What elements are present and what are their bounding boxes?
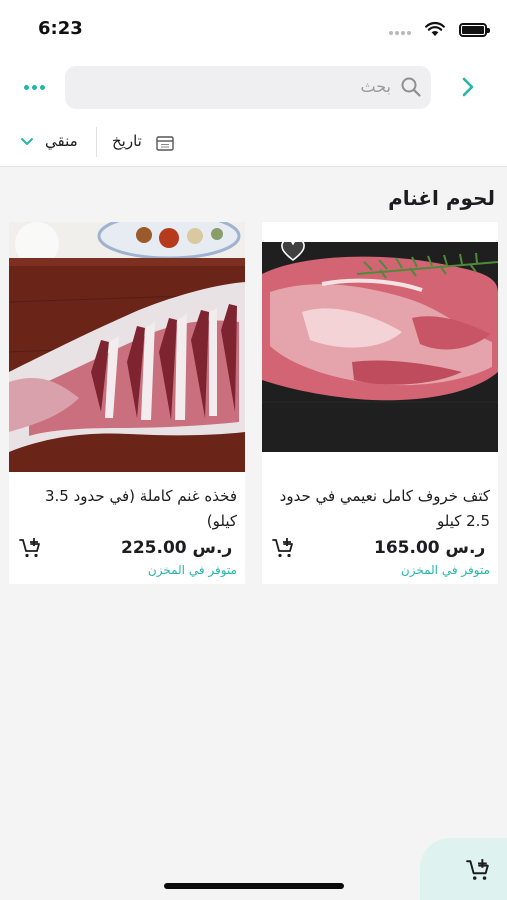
- top-bar: 6:23 بحث منقي تاريخ: [0, 0, 507, 167]
- product-image: [262, 222, 498, 472]
- home-indicator: [164, 883, 344, 889]
- sort-dropdown[interactable]: منقي: [20, 132, 90, 154]
- cart-icon: [466, 859, 489, 880]
- wifi-icon: [425, 21, 445, 36]
- product-name: كتف خروف كامل نعيمي في حدود 2.5 كيلو: [279, 487, 490, 530]
- battery-icon: [459, 23, 490, 37]
- stock-status: متوفر في المخزن: [400, 563, 490, 577]
- search-placeholder: بحث: [360, 77, 392, 96]
- date-filter-label: تاريخ: [112, 132, 142, 150]
- date-filter-button[interactable]: تاريخ: [112, 132, 180, 154]
- sort-label: منقي: [45, 132, 78, 150]
- product-price: ر.س 165.00: [374, 538, 486, 558]
- stock-status: متوفر في المخزن: [147, 563, 237, 577]
- more-options-button[interactable]: [24, 78, 48, 96]
- heart-icon[interactable]: [280, 240, 306, 262]
- chevron-down-icon: [21, 138, 33, 145]
- status-time: 6:23: [38, 18, 83, 39]
- product-card[interactable]: فخذه غنم كاملة (في حدود 3.5 كيلو) ر.س 22…: [9, 222, 245, 584]
- search-input[interactable]: بحث: [65, 66, 431, 109]
- product-price: ر.س 225.00: [121, 538, 233, 558]
- search-icon: [401, 77, 421, 97]
- chevron-right-icon[interactable]: [459, 76, 477, 98]
- floating-cart-button[interactable]: [420, 838, 507, 900]
- add-to-cart-icon[interactable]: [19, 537, 41, 559]
- product-image: [9, 222, 245, 472]
- status-icons: [381, 21, 491, 38]
- more-dots-icon: [24, 85, 29, 90]
- product-name: فخذه غنم كاملة (في حدود 3.5 كيلو): [45, 487, 237, 530]
- signal-icon: [389, 31, 411, 35]
- filter-divider: [96, 127, 97, 157]
- add-to-cart-icon[interactable]: [272, 537, 294, 559]
- calendar-icon: [156, 136, 174, 151]
- product-card[interactable]: كتف خروف كامل نعيمي في حدود 2.5 كيلو ر.س…: [262, 222, 498, 584]
- section-title: لحوم اغنام: [388, 186, 495, 210]
